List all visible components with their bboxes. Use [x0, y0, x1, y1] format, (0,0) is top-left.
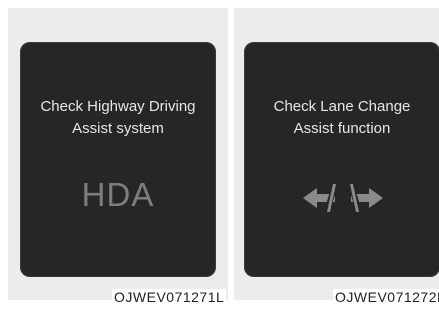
figure-code-right: OJWEV071272L	[333, 289, 439, 305]
warning-panel-hda: Check Highway Driving Assist system HDA	[8, 8, 228, 300]
lane-change-arrows-icon	[303, 182, 383, 214]
warning-panel-lane-change: Check Lane Change Assist function	[234, 8, 439, 300]
warning-message-hda: Check Highway Driving Assist system	[40, 98, 196, 137]
hda-indicator-text: HDA	[81, 176, 155, 213]
cluster-display-hda: Check Highway Driving Assist system HDA	[20, 42, 216, 277]
figure-code-left: OJWEV071271L	[112, 289, 227, 305]
cluster-display-lane-change: Check Lane Change Assist function	[244, 42, 439, 277]
warning-message-lane-change: Check Lane Change Assist function	[273, 98, 411, 137]
